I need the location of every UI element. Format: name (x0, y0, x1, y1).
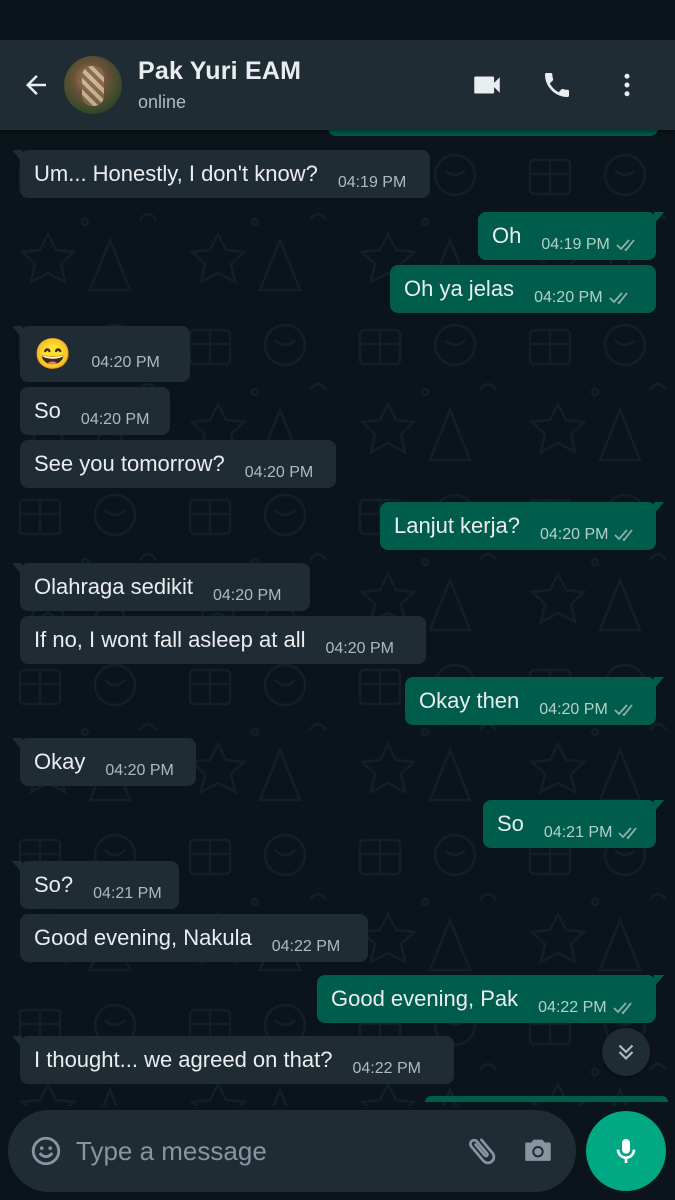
message-text: I thought... we agreed on that? (34, 1047, 333, 1072)
message-text: Oh ya jelas (404, 276, 515, 301)
message-time: 04:20 PM (244, 464, 314, 481)
incoming-message[interactable]: Okay 04:20 PM (12, 738, 196, 786)
scroll-to-bottom-button[interactable] (602, 1028, 650, 1076)
message-time: 04:22 PM (271, 938, 341, 955)
outgoing-message[interactable]: Okay then 04:20 PM (405, 677, 664, 725)
outgoing-message[interactable]: Good evening, Pak 04:22 PM (317, 975, 664, 1023)
message-text: Good evening, Pak (331, 986, 519, 1011)
composer-bar (0, 1106, 675, 1200)
chevron-double-down-icon (618, 1044, 634, 1061)
camera-button[interactable] (510, 1123, 566, 1179)
chat-area[interactable]: Um... Honestly, I don't know? 04:19 PM Oh 0… (0, 130, 675, 1106)
read-receipt (616, 238, 640, 252)
message-time: 04:21 PM (543, 824, 613, 841)
emoji-icon (31, 1136, 61, 1166)
message-time: 04:22 PM (352, 1060, 421, 1077)
message-text: See you tomorrow? (34, 451, 225, 476)
double-check-icon (614, 704, 633, 717)
status-bar (0, 0, 675, 40)
read-receipt (612, 1001, 637, 1015)
arrow-back-icon (26, 75, 46, 95)
back-button[interactable] (8, 55, 64, 115)
incoming-message[interactable]: Olahraga sedikit 04:20 PM (12, 563, 310, 611)
phone-icon (545, 73, 569, 97)
message-time: 04:20 PM (212, 587, 282, 604)
outgoing-message[interactable]: Oh ya jelas 04:20 PM (390, 265, 656, 313)
message-time: 04:19 PM (337, 174, 407, 191)
contact-info[interactable]: Pak Yuri EAM online (138, 57, 301, 113)
contact-status: online (138, 92, 187, 112)
camera-icon (525, 1139, 551, 1161)
message-text: So (497, 811, 524, 836)
next-message-fragment (425, 1096, 668, 1102)
message-input[interactable] (76, 1126, 454, 1176)
previous-message-fragment (328, 130, 658, 136)
message-text: If no, I wont fall asleep at all (34, 627, 306, 652)
message-time: 04:20 PM (539, 526, 609, 543)
message-time: 04:20 PM (105, 762, 174, 779)
paperclip-icon (469, 1138, 496, 1165)
message-time: 04:20 PM (534, 289, 603, 306)
more-vert-icon (624, 73, 630, 97)
double-check-icon (608, 292, 628, 305)
read-receipt (614, 528, 638, 542)
outgoing-message[interactable]: Lanjut kerja? 04:20 PM (380, 502, 664, 550)
mic-icon (616, 1139, 636, 1163)
header-actions (447, 55, 657, 115)
message-text: Olahraga sedikit (34, 574, 193, 599)
read-receipt (618, 826, 642, 840)
message-time: 04:22 PM (538, 999, 607, 1016)
outgoing-message[interactable]: Oh 04:19 PM (478, 212, 664, 260)
double-check-icon (612, 1002, 632, 1015)
video-call-icon (474, 76, 500, 94)
menu-button[interactable] (597, 55, 657, 115)
outgoing-message[interactable]: So 04:21 PM (483, 800, 664, 848)
message-text: So? (34, 872, 74, 897)
incoming-message[interactable]: If no, I wont fall asleep at all 04:20 PM (20, 616, 426, 664)
double-check-icon (614, 529, 634, 542)
message-text: Okay then (419, 688, 520, 713)
incoming-message[interactable]: Um... Honestly, I don't know? 04:19 PM (12, 150, 430, 198)
message-text: Oh (492, 223, 522, 248)
voice-message-button[interactable] (586, 1111, 666, 1191)
incoming-message[interactable]: I thought... we agreed on that? 04:22 PM (12, 1036, 454, 1084)
message-time: 04:20 PM (325, 640, 394, 657)
voice-call-button[interactable] (527, 55, 587, 115)
avatar[interactable] (64, 56, 122, 114)
message-input-box (8, 1110, 576, 1192)
message-text: Um... Honestly, I don't know? (34, 161, 318, 186)
incoming-message[interactable]: See you tomorrow? 04:20 PM (20, 440, 336, 488)
read-receipt (614, 703, 638, 717)
read-receipt (608, 291, 633, 305)
emoji-button[interactable] (18, 1123, 74, 1179)
incoming-message[interactable]: So 04:20 PM (20, 387, 170, 435)
message-text: Okay (34, 749, 86, 774)
chat-header: Pak Yuri EAM online (0, 40, 675, 130)
message-text: So (34, 398, 61, 423)
message-text: Good evening, Nakula (34, 925, 252, 950)
incoming-message[interactable]: Good evening, Nakula 04:22 PM (20, 914, 368, 962)
message-time: 04:20 PM (91, 354, 160, 371)
video-call-button[interactable] (457, 55, 517, 115)
message-text: Lanjut kerja? (394, 513, 520, 538)
message-time: 04:20 PM (80, 411, 150, 428)
incoming-message[interactable]: 😄 04:20 PM (12, 326, 190, 382)
double-check-icon (618, 827, 638, 840)
message-text: 😄 (34, 337, 72, 371)
message-time: 04:21 PM (93, 885, 162, 902)
double-check-icon (616, 239, 635, 252)
attach-button[interactable] (454, 1123, 510, 1179)
contact-name: Pak Yuri EAM (138, 57, 302, 85)
message-time: 04:19 PM (541, 236, 610, 253)
incoming-message[interactable]: So? 04:21 PM (12, 861, 179, 909)
message-time: 04:20 PM (539, 701, 608, 718)
